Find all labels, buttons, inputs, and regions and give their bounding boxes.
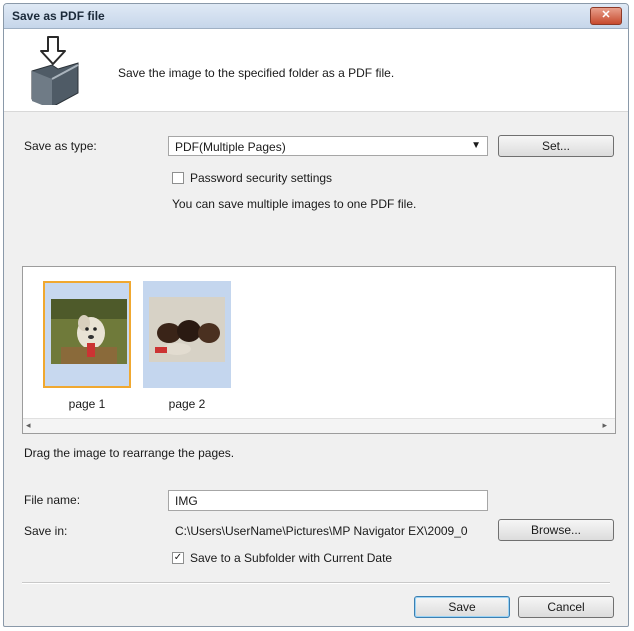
page-thumbnail-1[interactable] <box>43 281 131 388</box>
save-type-label: Save as type: <box>24 139 97 153</box>
page-label-2: page 2 <box>168 397 206 411</box>
file-name-input[interactable]: IMG <box>168 490 488 511</box>
browse-button[interactable]: Browse... <box>498 519 614 541</box>
close-button[interactable]: ✕ <box>590 7 622 25</box>
save-folder-icon <box>31 36 79 105</box>
pages-panel: page 1 page 2 ◂ ▸ <box>22 266 616 434</box>
save-pdf-dialog: Save as PDF file ✕ Save the image to the… <box>3 3 629 627</box>
save-type-select[interactable]: PDF(Multiple Pages) ▼ <box>168 136 488 156</box>
close-icon: ✕ <box>601 9 611 21</box>
chevron-down-icon: ▼ <box>471 140 481 151</box>
subfolder-label: Save to a Subfolder with Current Date <box>190 551 393 565</box>
check-icon: ✓ <box>173 552 183 563</box>
scroll-left-icon[interactable]: ◂ <box>26 420 31 431</box>
save-in-path: C:\Users\UserName\Pictures\MP Navigator … <box>175 524 468 538</box>
info-text: You can save multiple images to one PDF … <box>172 197 417 211</box>
page-label-1: page 1 <box>68 397 106 411</box>
header-description: Save the image to the specified folder a… <box>118 66 395 80</box>
dogs-photo-thumbnail <box>149 297 225 362</box>
password-checkbox[interactable] <box>172 172 184 184</box>
save-button[interactable]: Save <box>414 596 510 618</box>
password-label: Password security settings <box>190 171 333 185</box>
cancel-button[interactable]: Cancel <box>518 596 614 618</box>
set-button[interactable]: Set... <box>498 135 614 157</box>
separator <box>22 582 610 584</box>
scroll-right-icon[interactable]: ▸ <box>602 420 607 431</box>
page-thumbnail-2[interactable] <box>143 281 231 388</box>
dog-photo-thumbnail <box>51 299 127 364</box>
rearrange-hint: Drag the image to rearrange the pages. <box>24 446 235 460</box>
save-type-value: PDF(Multiple Pages) <box>175 140 286 154</box>
horizontal-scrollbar[interactable]: ◂ ▸ <box>23 418 615 433</box>
header-band: Save the image to the specified folder a… <box>4 29 628 112</box>
save-in-label: Save in: <box>24 524 68 538</box>
window-title: Save as PDF file <box>12 9 105 23</box>
title-bar: Save as PDF file ✕ <box>4 4 628 29</box>
subfolder-checkbox[interactable]: ✓ <box>172 552 184 564</box>
file-name-label: File name: <box>24 493 81 507</box>
